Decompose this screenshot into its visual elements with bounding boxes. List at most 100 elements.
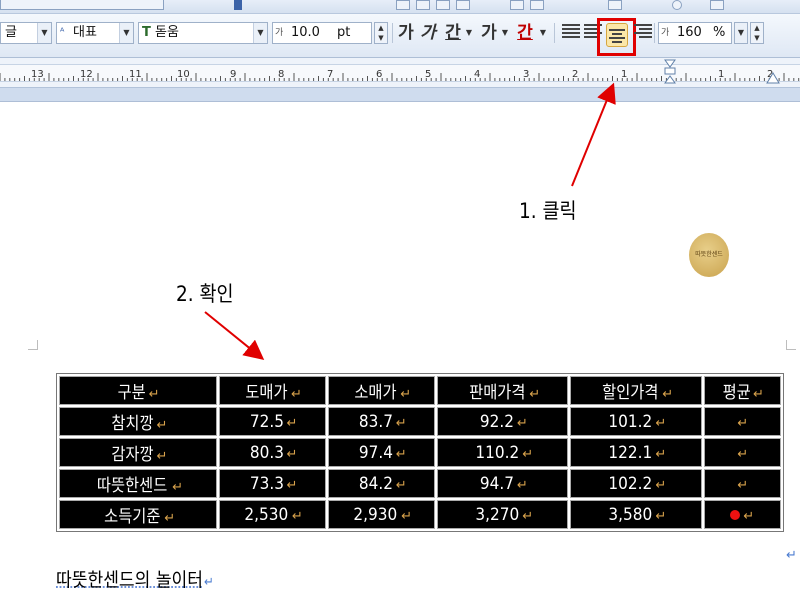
line-spacing-dropdown[interactable]: ▼: [734, 22, 748, 44]
top-strip-button[interactable]: [672, 0, 682, 10]
paragraph-mark-icon: ↵: [737, 446, 749, 462]
horizontal-ruler[interactable]: 13 12 11 10 9 8 7 6 5 4 3 2 1 1 2: [0, 58, 800, 88]
top-strip-button[interactable]: [396, 0, 410, 10]
chevron-down-icon[interactable]: ▼: [253, 23, 267, 43]
table-cell[interactable]: 84.2 ↵: [328, 469, 436, 498]
data-table[interactable]: 구분 ↵ 도매가 ↵ 소매가 ↵ 판매가격 ↵ 할인가격 ↵ 평균 ↵ 참치깡 ↵ 72.5 ↵ 83.7 ↵ 92…: [56, 373, 784, 532]
table-cell[interactable]: 72.5 ↵: [218, 407, 327, 436]
chevron-down-icon[interactable]: ▼: [735, 23, 747, 43]
cursor-dot-icon: [730, 509, 741, 520]
table-cell[interactable]: ↵: [703, 469, 781, 498]
table-header-cell[interactable]: 도매가 ↵: [218, 376, 327, 405]
top-strip-button[interactable]: [510, 0, 524, 10]
chevron-down-icon[interactable]: ▼: [500, 22, 510, 44]
chevron-down-icon[interactable]: ▼: [464, 22, 474, 44]
footer-paragraph[interactable]: 따뜻한센드의 놀이터↵: [56, 565, 214, 592]
ruler-label: 6: [376, 69, 383, 80]
right-indent-marker-icon[interactable]: [766, 70, 780, 84]
indent-marker-icon[interactable]: [664, 59, 676, 85]
app-window: 글 ▼ ᴬ 대표 ▼ T 돋움 ▼ 가 10.0 pt ▲ ▼ 가 가 간 ▼ 가…: [0, 0, 800, 600]
table-cell[interactable]: 2,930 ↵: [328, 500, 436, 529]
chevron-down-icon[interactable]: ▼: [119, 23, 133, 43]
table-cell[interactable]: 3,580 ↵: [570, 500, 702, 529]
top-strip-button[interactable]: [456, 0, 470, 10]
cell-text: 72.5: [249, 411, 284, 432]
chevron-down-icon[interactable]: ▼: [538, 22, 548, 44]
align-center-highlight: [597, 18, 636, 56]
table-cell[interactable]: 102.2 ↵: [570, 469, 702, 498]
table-cell[interactable]: 73.3 ↵: [218, 469, 327, 498]
table-cell[interactable]: 97.4 ↵: [328, 438, 436, 467]
table-header-row: 구분 ↵ 도매가 ↵ 소매가 ↵ 판매가격 ↵ 할인가격 ↵ 평균 ↵: [59, 376, 781, 405]
font-size-spinner[interactable]: ▲ ▼: [374, 22, 388, 44]
table-cell[interactable]: 80.3 ↵: [218, 438, 327, 467]
toolbar-separator: [392, 23, 393, 43]
line-spacing-combo[interactable]: 가 160 %: [658, 22, 732, 44]
table-cell[interactable]: ↵: [703, 438, 781, 467]
top-strip-button[interactable]: [608, 0, 622, 10]
font-size-combo[interactable]: 가 10.0 pt: [272, 22, 372, 44]
table-header-cell[interactable]: 평균 ↵: [703, 376, 781, 405]
table-row: 감자깡 ↵ 80.3 ↵ 97.4 ↵ 110.2 ↵ 122.1 ↵ ↵: [59, 438, 781, 467]
table-header-cell[interactable]: 판매가격 ↵: [437, 376, 569, 405]
align-justify-icon[interactable]: [562, 24, 580, 42]
ruler-label: 4: [474, 69, 481, 80]
line-spacing-icon: 가: [661, 28, 670, 38]
cell-text: 110.2: [475, 442, 519, 463]
table-cell[interactable]: 소득기준 ↵: [59, 500, 217, 529]
top-strip-button[interactable]: [416, 0, 430, 10]
step2-arrow-icon: [204, 311, 265, 361]
underline-button[interactable]: 간: [444, 22, 462, 44]
top-strip-button[interactable]: [710, 0, 724, 10]
table-header-cell[interactable]: 구분 ↵: [59, 376, 217, 405]
cell-text: 참치깡: [110, 414, 154, 434]
paragraph-mark-icon: ↵: [522, 446, 534, 462]
table-cell[interactable]: 2,530 ↵: [218, 500, 327, 529]
page-corner-mark: [786, 340, 796, 350]
table-cell[interactable]: 122.1 ↵: [570, 438, 702, 467]
paragraph-mark-icon: ↵: [156, 418, 168, 433]
table-cell[interactable]: 92.2 ↵: [437, 407, 569, 436]
table-cell[interactable]: 따뜻한센드 ↵: [59, 469, 217, 498]
table-cell[interactable]: 참치깡 ↵: [59, 407, 217, 436]
cell-text: 구분: [117, 383, 147, 403]
table-cell[interactable]: ↵: [703, 500, 781, 529]
table-header-cell[interactable]: 소매가 ↵: [328, 376, 436, 405]
chevron-down-icon[interactable]: ▼: [37, 23, 51, 43]
table-cell[interactable]: 83.7 ↵: [328, 407, 436, 436]
language-combo[interactable]: 글 ▼: [0, 22, 52, 44]
font-color-button[interactable]: 간: [516, 22, 534, 44]
cell-text: 122.1: [608, 442, 652, 463]
top-strip-icon[interactable]: [234, 0, 242, 10]
font-combo[interactable]: T 돋움 ▼: [138, 22, 268, 44]
paragraph-mark-icon: ↵: [655, 508, 667, 524]
cell-text: 도매가: [245, 383, 288, 403]
ruler-label: 7: [327, 69, 334, 80]
table-cell[interactable]: 101.2 ↵: [570, 407, 702, 436]
top-strip-button[interactable]: [436, 0, 450, 10]
paragraph-mark-icon: ↵: [752, 387, 764, 402]
cell-text: 92.2: [479, 411, 514, 432]
paragraph-mark-icon: ↵: [164, 511, 176, 526]
style-icon: ᴬ: [60, 27, 65, 38]
bold-button[interactable]: 가: [398, 22, 414, 44]
table-cell[interactable]: 3,270 ↵: [437, 500, 569, 529]
top-strip-button[interactable]: [530, 0, 544, 10]
table-cell[interactable]: 94.7 ↵: [437, 469, 569, 498]
step2-caption: 2. 확인: [176, 282, 234, 306]
table-cell[interactable]: 감자깡 ↵: [59, 438, 217, 467]
align-right-icon[interactable]: [634, 24, 652, 42]
paragraph-mark-icon: ↵: [291, 508, 303, 524]
strikethrough-button[interactable]: 가: [480, 22, 498, 44]
page-corner-mark: [28, 340, 38, 350]
table-row: 참치깡 ↵ 72.5 ↵ 83.7 ↵ 92.2 ↵ 101.2 ↵ ↵: [59, 407, 781, 436]
cell-text: 101.2: [608, 411, 652, 432]
ruler-label: 3: [523, 69, 530, 80]
cell-text: 판매가격: [468, 383, 526, 403]
italic-button[interactable]: 가: [420, 22, 436, 44]
line-spacing-spinner[interactable]: ▲ ▼: [750, 22, 764, 44]
table-header-cell[interactable]: 할인가격 ↵: [570, 376, 702, 405]
style-combo[interactable]: ᴬ 대표 ▼: [56, 22, 134, 44]
table-cell[interactable]: ↵: [703, 407, 781, 436]
table-cell[interactable]: 110.2 ↵: [437, 438, 569, 467]
